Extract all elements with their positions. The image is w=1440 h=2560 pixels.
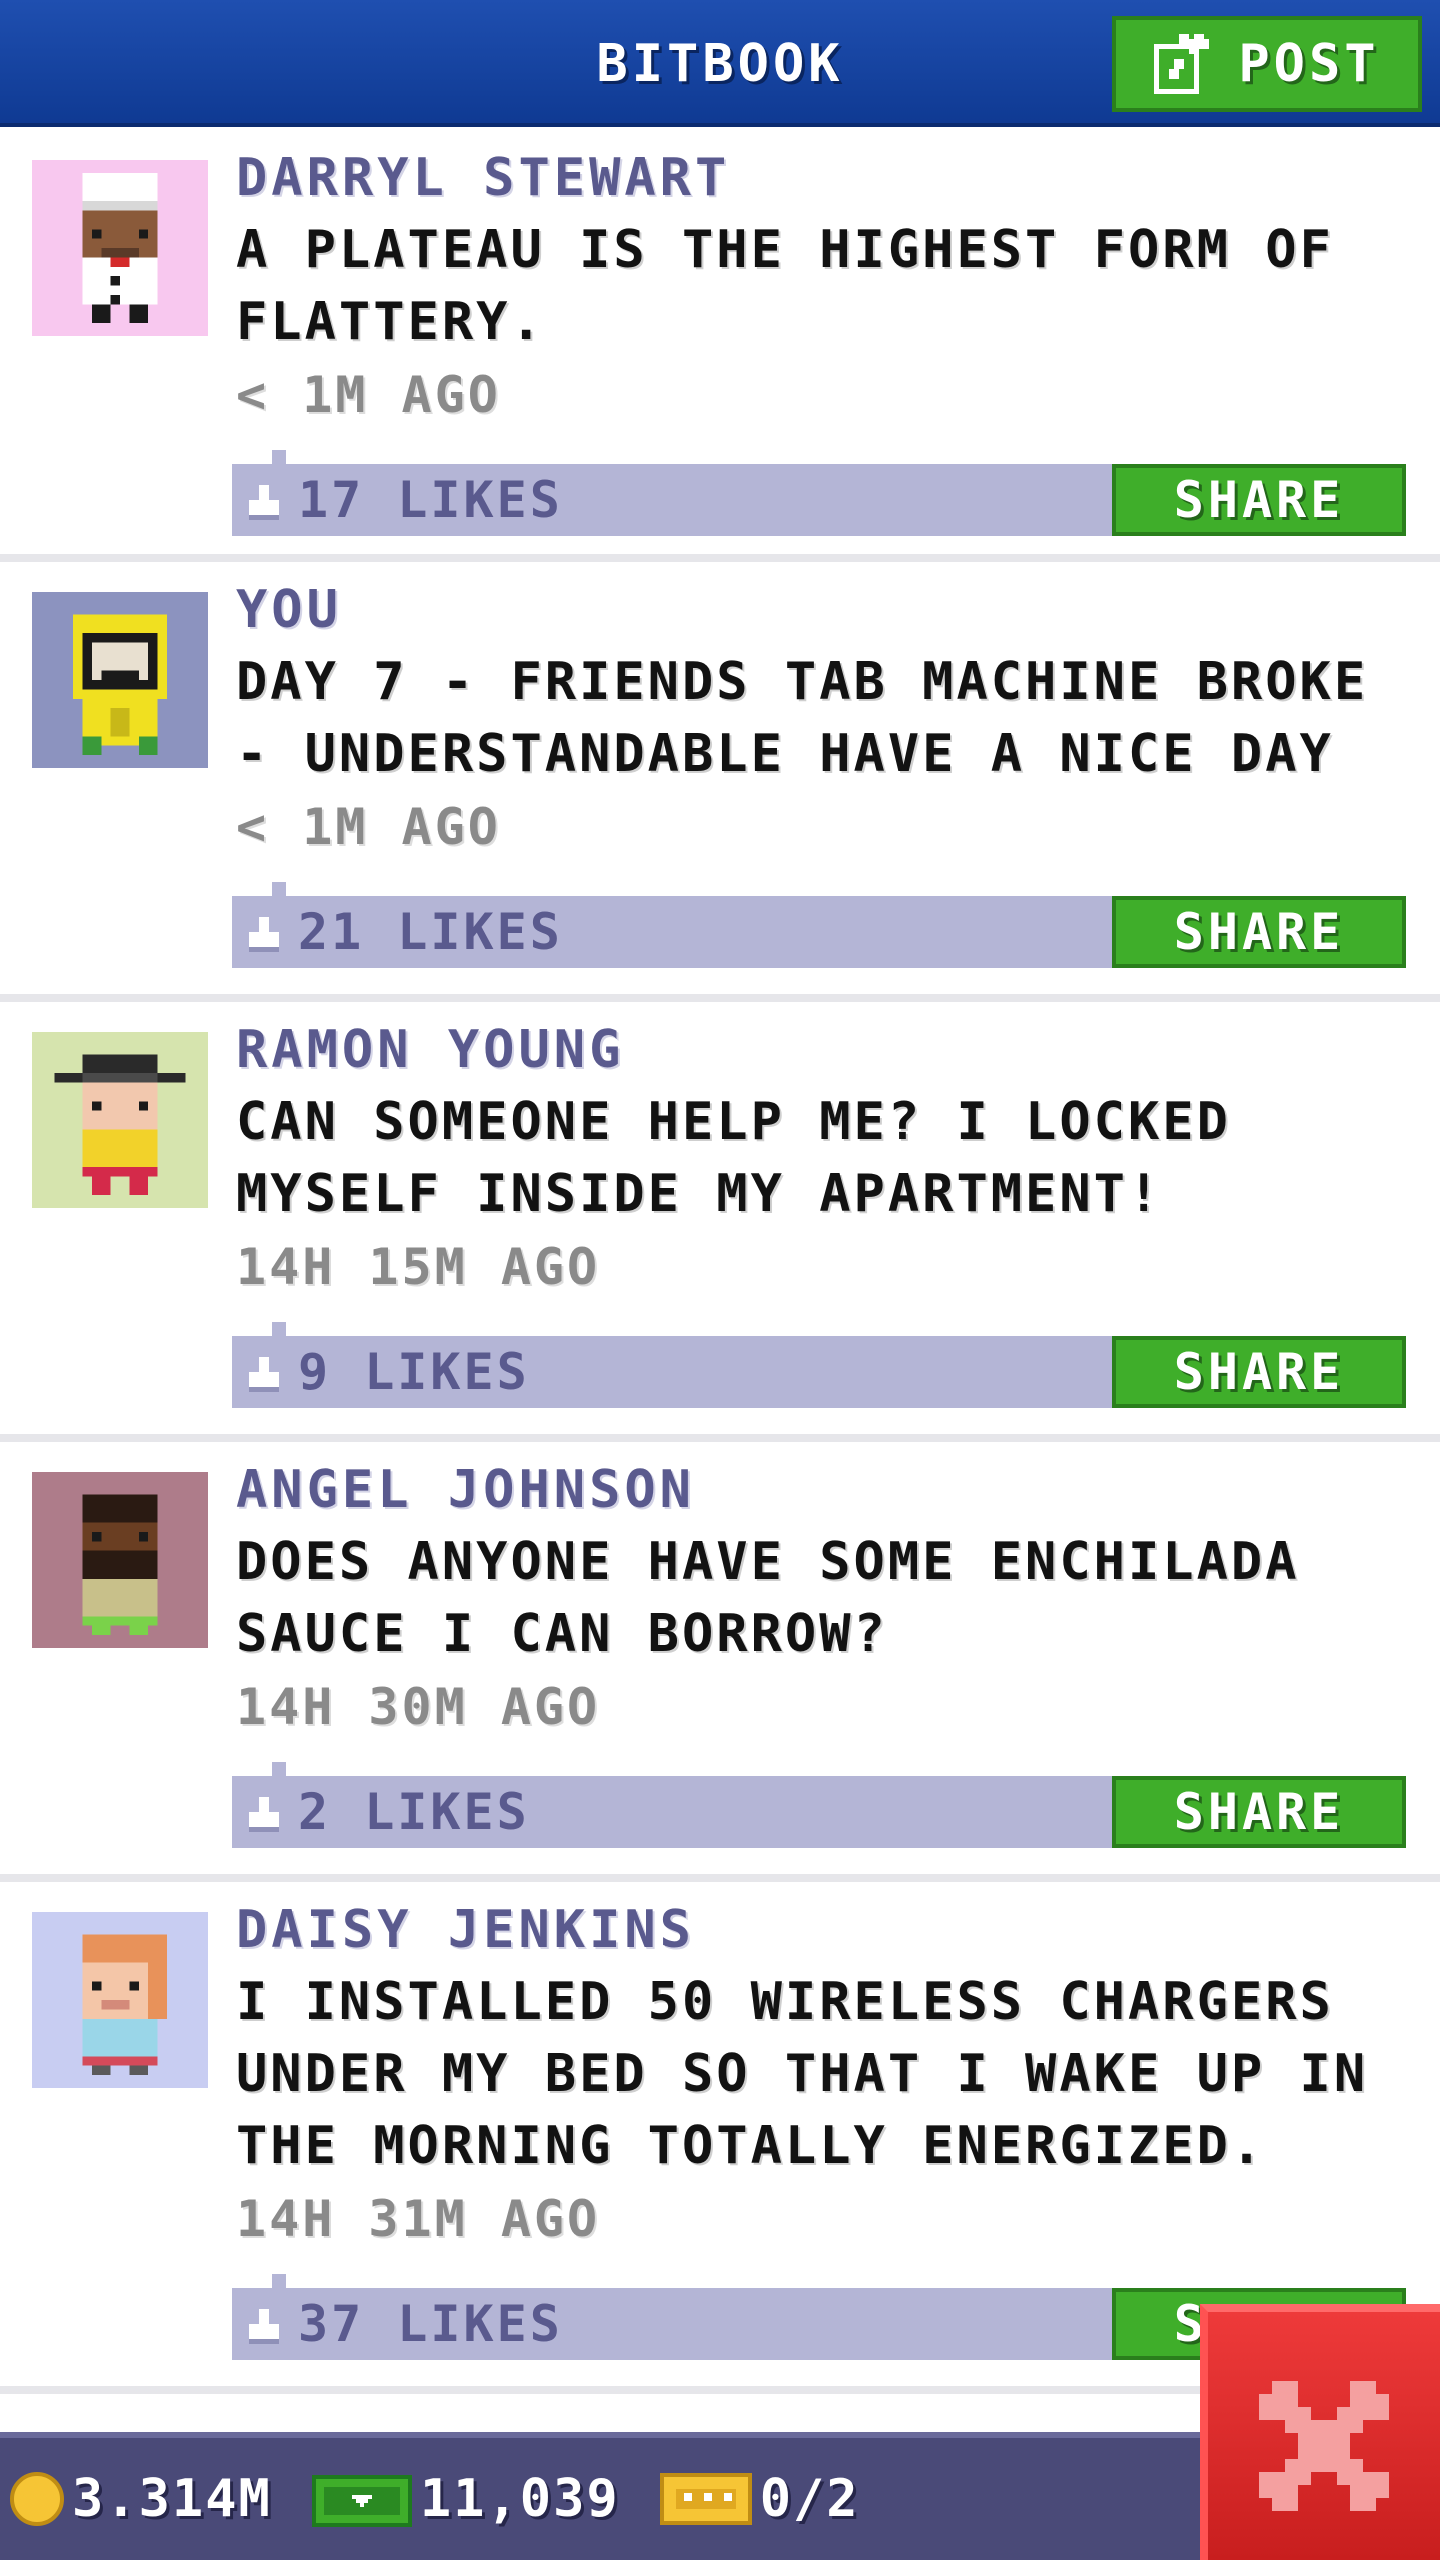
redhead-avatar[interactable] bbox=[32, 1912, 208, 2088]
likes-counter[interactable]: 9 LIKES bbox=[244, 1336, 530, 1408]
share-button[interactable]: SHARE bbox=[1112, 1776, 1406, 1848]
post-content: DARRYL STEWART A PLATEAU IS THE HIGHEST … bbox=[236, 146, 1410, 430]
coins-value: 3.314M bbox=[72, 2469, 272, 2529]
top-bar: BITBOOK POST bbox=[0, 0, 1440, 127]
likes-bar: 21 LIKES SHARE bbox=[232, 882, 1406, 968]
likes-counter[interactable]: 2 LIKES bbox=[244, 1776, 530, 1848]
post-message: A PLATEAU IS THE HIGHEST FORM OF FLATTER… bbox=[236, 220, 1334, 352]
likes-count: 9 LIKES bbox=[298, 1343, 530, 1401]
post-message: CAN SOMEONE HELP ME? I LOCKED MYSELF INS… bbox=[236, 1092, 1231, 1224]
likes-count: 2 LIKES bbox=[298, 1783, 530, 1841]
likes-bar: 17 LIKES SHARE bbox=[232, 450, 1406, 536]
close-icon bbox=[1259, 2381, 1389, 2511]
post-content: YOU DAY 7 - FRIENDS TAB MACHINE BROKE - … bbox=[236, 578, 1410, 862]
likes-bar: 9 LIKES SHARE bbox=[232, 1322, 1406, 1408]
post-button-label: POST bbox=[1238, 34, 1380, 94]
post-message: DOES ANYONE HAVE SOME ENCHILADA SAUCE I … bbox=[236, 1532, 1300, 1664]
tickets-stat: 0/2 bbox=[659, 2469, 860, 2529]
likes-counter[interactable]: 17 LIKES bbox=[244, 464, 563, 536]
post-content: DAISY JENKINS I INSTALLED 50 WIRELESS CH… bbox=[236, 1898, 1410, 2254]
likes-counter[interactable]: 37 LIKES bbox=[244, 2288, 563, 2360]
feed-post: ANGEL JOHNSON DOES ANYONE HAVE SOME ENCH… bbox=[0, 1442, 1440, 1882]
post-author[interactable]: YOU bbox=[236, 578, 1410, 642]
tickets-value: 0/2 bbox=[759, 2469, 860, 2529]
post-timestamp: 14H 15M AGO bbox=[236, 1238, 601, 1296]
share-button[interactable]: SHARE bbox=[1112, 464, 1406, 536]
post-timestamp: 14H 30M AGO bbox=[236, 1678, 601, 1736]
share-button[interactable]: SHARE bbox=[1112, 1336, 1406, 1408]
thumbs-up-icon bbox=[249, 485, 279, 520]
bearded-avatar[interactable] bbox=[32, 1472, 208, 1648]
thumbs-up-icon bbox=[249, 2309, 279, 2344]
bux-stat: 11,039 bbox=[311, 2467, 620, 2531]
post-message: DAY 7 - FRIENDS TAB MACHINE BROKE - UNDE… bbox=[236, 652, 1369, 784]
post-content: ANGEL JOHNSON DOES ANYONE HAVE SOME ENCH… bbox=[236, 1458, 1410, 1742]
post-timestamp: < 1M AGO bbox=[236, 366, 501, 424]
post-button[interactable]: POST bbox=[1112, 16, 1422, 112]
coin-icon bbox=[10, 2472, 64, 2526]
bowler-hat-avatar[interactable] bbox=[32, 1032, 208, 1208]
likes-count: 21 LIKES bbox=[298, 903, 563, 961]
thumbs-up-icon bbox=[249, 917, 279, 952]
share-button[interactable]: SHARE bbox=[1112, 896, 1406, 968]
feed-post: RAMON YOUNG CAN SOMEONE HELP ME? I LOCKE… bbox=[0, 1002, 1440, 1442]
likes-count: 17 LIKES bbox=[298, 471, 563, 529]
thumbs-up-icon bbox=[249, 1357, 279, 1392]
ticket-icon bbox=[659, 2473, 752, 2525]
likes-bar: 2 LIKES SHARE bbox=[232, 1762, 1406, 1848]
news-feed[interactable]: DARRYL STEWART A PLATEAU IS THE HIGHEST … bbox=[0, 130, 1440, 2394]
post-author[interactable]: DAISY JENKINS bbox=[236, 1898, 1410, 1962]
likes-count: 37 LIKES bbox=[298, 2295, 563, 2353]
feed-post: YOU DAY 7 - FRIENDS TAB MACHINE BROKE - … bbox=[0, 562, 1440, 1002]
thumbs-up-icon bbox=[249, 1797, 279, 1832]
edit-icon bbox=[1154, 34, 1210, 94]
bux-value: 11,039 bbox=[419, 2469, 620, 2529]
coins-stat: 3.314M bbox=[10, 2469, 272, 2529]
bux-icon bbox=[311, 2475, 412, 2527]
post-timestamp: 14H 31M AGO bbox=[236, 2190, 601, 2248]
close-button[interactable] bbox=[1200, 2304, 1440, 2560]
hazmat-avatar[interactable] bbox=[32, 592, 208, 768]
post-message: I INSTALLED 50 WIRELESS CHARGERS UNDER M… bbox=[236, 1972, 1369, 2176]
post-timestamp: < 1M AGO bbox=[236, 798, 501, 856]
likes-counter[interactable]: 21 LIKES bbox=[244, 896, 563, 968]
chef-avatar[interactable] bbox=[32, 160, 208, 336]
feed-post: DARRYL STEWART A PLATEAU IS THE HIGHEST … bbox=[0, 130, 1440, 562]
post-author[interactable]: DARRYL STEWART bbox=[236, 146, 1410, 210]
post-author[interactable]: RAMON YOUNG bbox=[236, 1018, 1410, 1082]
post-content: RAMON YOUNG CAN SOMEONE HELP ME? I LOCKE… bbox=[236, 1018, 1410, 1302]
post-author[interactable]: ANGEL JOHNSON bbox=[236, 1458, 1410, 1522]
